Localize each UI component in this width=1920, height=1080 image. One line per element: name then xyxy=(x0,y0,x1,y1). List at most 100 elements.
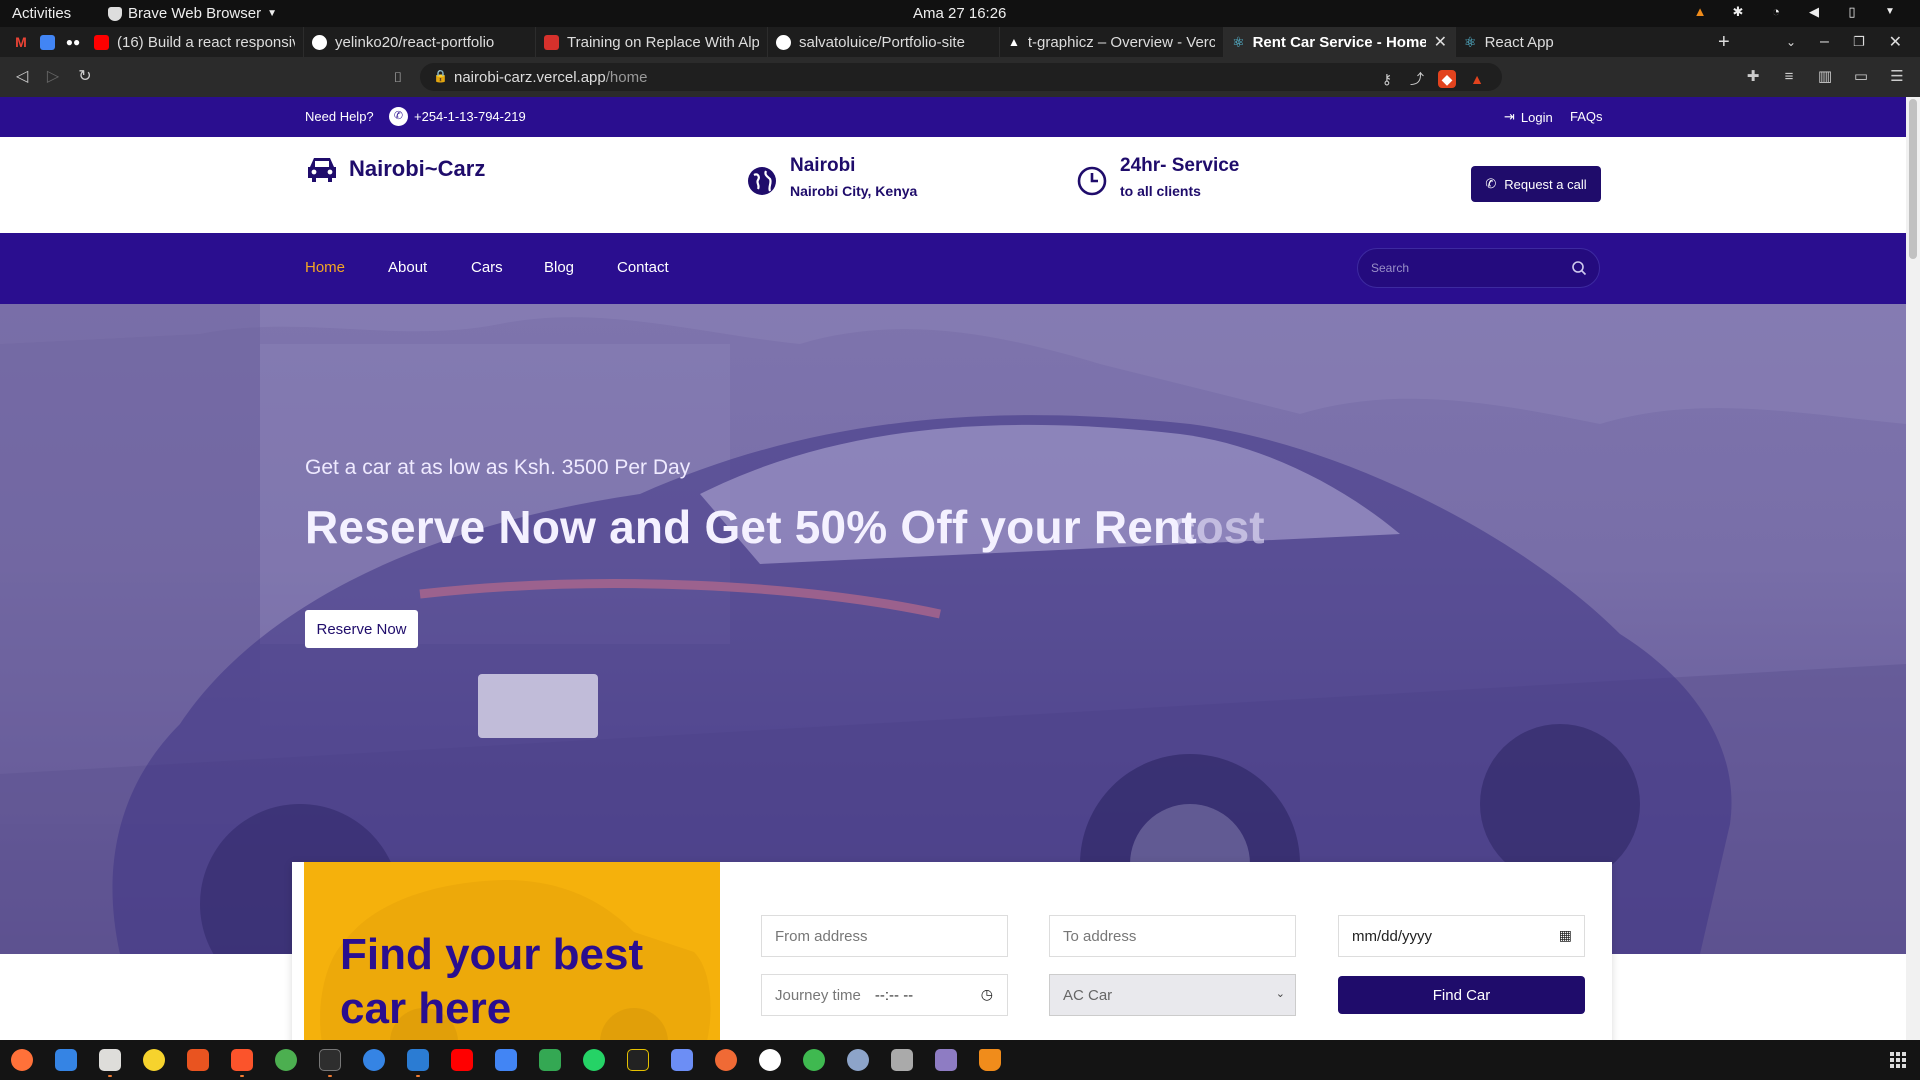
site-header: Nairobi~Carz Nairobi Nairobi City, Kenya… xyxy=(0,137,1906,233)
playlist-icon[interactable]: ≡ xyxy=(1780,68,1798,86)
tab-title: React App xyxy=(1484,33,1554,51)
blender-icon[interactable] xyxy=(847,1049,869,1071)
database-icon[interactable] xyxy=(891,1049,913,1071)
notes-icon[interactable] xyxy=(627,1049,649,1071)
terminal-icon[interactable] xyxy=(319,1049,341,1071)
minimize-icon[interactable]: – xyxy=(1820,33,1829,51)
system-clock[interactable]: Ama 27 16:26 xyxy=(913,5,1006,22)
nav-contact[interactable]: Contact xyxy=(617,259,669,276)
reload-icon[interactable]: ↻ xyxy=(75,67,95,87)
location-subtitle: Nairobi City, Kenya xyxy=(790,183,918,199)
github-icon xyxy=(776,34,791,50)
chrome-icon[interactable] xyxy=(275,1049,297,1071)
faqs-link[interactable]: FAQs xyxy=(1570,109,1603,124)
page-scrollbar[interactable] xyxy=(1906,97,1920,1040)
nav-home[interactable]: Home xyxy=(305,259,345,276)
system-tray[interactable]: ▲ ✱ ◔ ◀ ▯ ▼ xyxy=(1692,4,1898,20)
car-icon xyxy=(308,158,336,182)
login-icon: ⇥ xyxy=(1504,109,1515,124)
vlc-tray-icon[interactable]: ▲ xyxy=(1692,4,1708,20)
tab-github-react-portfolio[interactable]: yelinko20/react-portfolio xyxy=(304,27,536,57)
whatsapp-icon[interactable] xyxy=(583,1049,605,1071)
youtube-icon[interactable] xyxy=(451,1049,473,1071)
calendar-icon[interactable]: ▦ xyxy=(1559,927,1572,944)
app-menu[interactable]: Brave Web Browser ▼ xyxy=(108,5,277,22)
nav-about[interactable]: About xyxy=(388,259,427,276)
battery-icon[interactable]: ▯ xyxy=(1844,4,1860,20)
browser-toolbar-icons: ✚ ≡ ▥ ▭ ☰ xyxy=(1744,68,1906,86)
search-icon[interactable] xyxy=(1571,260,1587,276)
tab-rent-car-service[interactable]: ⚛ Rent Car Service - Home ✕ xyxy=(1224,27,1456,57)
firefox-icon[interactable] xyxy=(11,1049,33,1071)
clock-icon[interactable]: ◷ xyxy=(981,986,993,1003)
files-icon[interactable] xyxy=(99,1049,121,1071)
brave-shields-icon[interactable]: ◆ xyxy=(1438,70,1456,88)
calendar-app-icon[interactable] xyxy=(671,1049,693,1071)
github-desktop-icon[interactable] xyxy=(803,1049,825,1071)
forward-icon[interactable]: ▷ xyxy=(43,67,63,87)
find-car-button[interactable]: Find Car xyxy=(1338,976,1585,1014)
new-tab-button[interactable]: + xyxy=(1718,27,1730,57)
wallet-icon[interactable]: ▭ xyxy=(1852,68,1870,86)
tab-training[interactable]: Training on Replace With Alp xyxy=(536,27,768,57)
search-input[interactable]: Search xyxy=(1357,248,1600,288)
date-input[interactable]: mm/dd/yyyy ▦ xyxy=(1338,915,1585,957)
tab-github-portfolio-site[interactable]: salvatoluice/Portfolio-site xyxy=(768,27,1000,57)
address-toolbar: ◁ ▷ ↻ ⌷ 🔒 nairobi-carz.vercel.app/home ⚷… xyxy=(0,57,1920,97)
brave-rewards-icon[interactable]: ▲ xyxy=(1468,70,1486,88)
tab-search-chevron-icon[interactable]: ⌄ xyxy=(1786,35,1796,49)
phone-number[interactable]: +254-1-13-794-219 xyxy=(414,109,526,124)
bookmark-icon[interactable]: ⌷ xyxy=(388,67,408,87)
vlc-icon[interactable] xyxy=(979,1049,1001,1071)
docs-icon[interactable] xyxy=(495,1049,517,1071)
meet-icon[interactable] xyxy=(539,1049,561,1071)
vscode-icon[interactable] xyxy=(407,1049,429,1071)
screenshot-icon[interactable] xyxy=(935,1049,957,1071)
tab-react-app[interactable]: ⚛ React App xyxy=(1456,27,1680,57)
lock-icon[interactable]: 🔒 xyxy=(433,69,448,83)
software-center-icon[interactable] xyxy=(187,1049,209,1071)
nav-blog[interactable]: Blog xyxy=(544,259,574,276)
postman-icon[interactable] xyxy=(715,1049,737,1071)
car-type-select[interactable]: AC Car ⌄ xyxy=(1049,974,1296,1016)
back-icon[interactable]: ◁ xyxy=(12,67,32,87)
key-icon[interactable]: ⚷ xyxy=(1378,70,1396,88)
pinned-tab-medium[interactable]: ●● xyxy=(60,27,86,57)
maximize-icon[interactable]: ❐ xyxy=(1853,34,1865,50)
brave-lion-icon xyxy=(108,6,122,21)
nav-cars[interactable]: Cars xyxy=(471,259,503,276)
journey-time-input[interactable]: Journey time --:-- -- ◷ xyxy=(761,974,1008,1016)
rhythmbox-icon[interactable] xyxy=(143,1049,165,1071)
volume-icon[interactable]: ◀ xyxy=(1806,4,1822,20)
brave-icon[interactable] xyxy=(231,1049,253,1071)
pinned-tab-gmail[interactable]: M xyxy=(8,27,34,57)
wifi-icon[interactable]: ◔ xyxy=(1768,4,1784,20)
site-logo[interactable]: Nairobi~Carz xyxy=(305,155,485,183)
location-info: Nairobi Nairobi City, Kenya xyxy=(746,155,917,199)
to-address-input[interactable]: To address xyxy=(1049,915,1296,957)
tab-youtube[interactable]: (16) Build a react responsive xyxy=(86,27,304,57)
tab-title: t-graphicz – Overview - Verce xyxy=(1027,33,1215,51)
tab-vercel[interactable]: ▲ t-graphicz – Overview - Verce xyxy=(1000,27,1224,57)
menu-icon[interactable]: ☰ xyxy=(1888,68,1906,86)
close-window-icon[interactable]: ✕ xyxy=(1889,32,1902,52)
power-menu-icon[interactable]: ▼ xyxy=(1882,4,1898,20)
thunderbird-icon[interactable] xyxy=(55,1049,77,1071)
slack-tray-icon[interactable]: ✱ xyxy=(1730,4,1746,20)
help-icon[interactable] xyxy=(363,1049,385,1071)
vercel-icon: ▲ xyxy=(1008,35,1020,49)
activities-button[interactable]: Activities xyxy=(12,5,71,22)
pinned-tab-calendar[interactable] xyxy=(34,27,60,57)
reserve-now-button[interactable]: Reserve Now xyxy=(305,610,418,648)
share-icon[interactable]: ⤴ xyxy=(1408,70,1426,88)
close-tab-icon[interactable]: ✕ xyxy=(1434,32,1447,52)
request-call-button[interactable]: ✆ Request a call xyxy=(1471,166,1601,202)
extensions-icon[interactable]: ✚ xyxy=(1744,68,1762,86)
from-address-input[interactable]: From address xyxy=(761,915,1008,957)
url-bar[interactable]: 🔒 nairobi-carz.vercel.app/home ⚷ ⤴ ◆ ▲ xyxy=(420,63,1502,91)
login-link[interactable]: ⇥ Login xyxy=(1504,109,1553,125)
slack-icon[interactable] xyxy=(759,1049,781,1071)
scrollbar-thumb[interactable] xyxy=(1909,99,1917,259)
sidebar-icon[interactable]: ▥ xyxy=(1816,68,1834,86)
show-apps-icon[interactable] xyxy=(1890,1052,1906,1068)
